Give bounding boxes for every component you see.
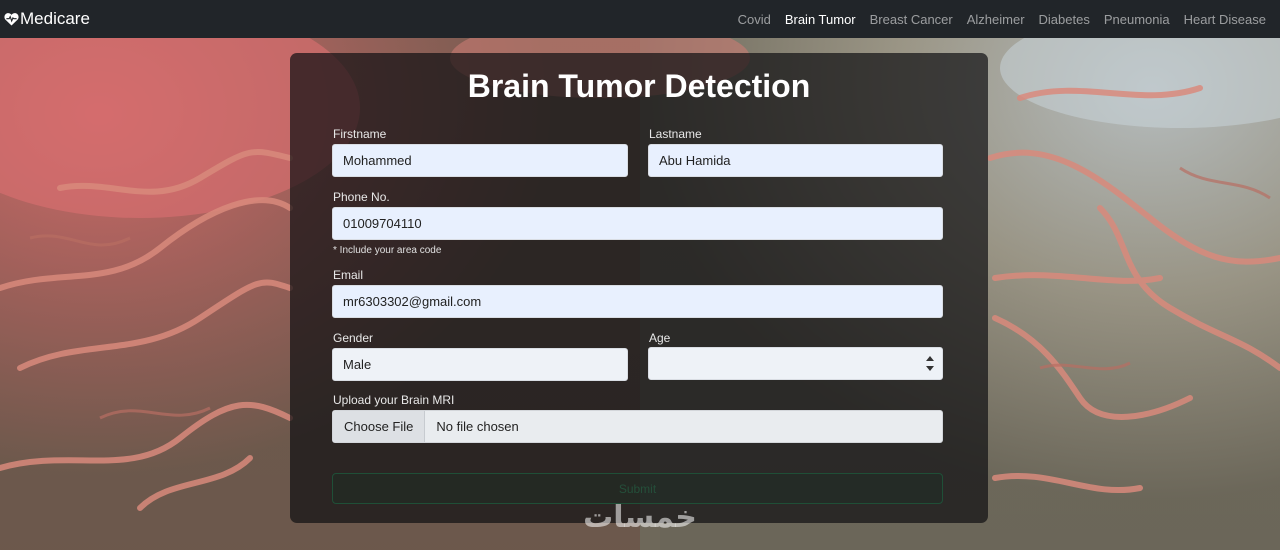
nav-links: Covid Brain Tumor Breast Cancer Alzheime… bbox=[724, 12, 1266, 27]
firstname-input[interactable] bbox=[332, 144, 628, 177]
phone-help-text: * Include your area code bbox=[333, 245, 442, 256]
phone-input[interactable] bbox=[332, 207, 943, 240]
chevron-up-icon[interactable] bbox=[926, 356, 934, 361]
age-field-wrapper bbox=[648, 347, 943, 380]
email-input[interactable] bbox=[332, 285, 943, 318]
lastname-input[interactable] bbox=[648, 144, 943, 177]
heart-pulse-icon bbox=[4, 13, 19, 26]
watermark-logo: خمسات bbox=[583, 500, 697, 535]
email-label: Email bbox=[333, 268, 364, 282]
choose-file-button[interactable]: Choose File bbox=[333, 411, 426, 442]
nav-link-alzheimer[interactable]: Alzheimer bbox=[967, 12, 1025, 27]
navbar: Medicare Covid Brain Tumor Breast Cancer… bbox=[0, 0, 1280, 38]
chevron-down-icon[interactable] bbox=[926, 366, 934, 371]
firstname-label: Firstname bbox=[333, 127, 387, 141]
age-input[interactable] bbox=[648, 347, 943, 380]
age-spinner[interactable] bbox=[926, 356, 934, 371]
nav-link-brain-tumor[interactable]: Brain Tumor bbox=[785, 12, 856, 27]
brain-tumor-form: Brain Tumor Detection Firstname Lastname… bbox=[290, 53, 988, 523]
mri-file-input[interactable]: Choose File No file chosen bbox=[332, 410, 943, 443]
lastname-label: Lastname bbox=[649, 127, 702, 141]
upload-label: Upload your Brain MRI bbox=[333, 393, 455, 407]
brand-link[interactable]: Medicare bbox=[4, 9, 90, 29]
brand-name: Medicare bbox=[20, 9, 90, 28]
nav-link-pneumonia[interactable]: Pneumonia bbox=[1104, 12, 1170, 27]
gender-label: Gender bbox=[333, 331, 374, 345]
age-label: Age bbox=[649, 331, 671, 345]
nav-link-diabetes[interactable]: Diabetes bbox=[1039, 12, 1090, 27]
phone-label: Phone No. bbox=[333, 190, 390, 204]
nav-link-breast-cancer[interactable]: Breast Cancer bbox=[870, 12, 953, 27]
nav-link-covid[interactable]: Covid bbox=[738, 12, 771, 27]
nav-link-heart-disease[interactable]: Heart Disease bbox=[1184, 12, 1266, 27]
gender-input[interactable] bbox=[332, 348, 628, 381]
page-title: Brain Tumor Detection bbox=[467, 68, 811, 104]
file-status-text: No file chosen bbox=[436, 419, 519, 434]
